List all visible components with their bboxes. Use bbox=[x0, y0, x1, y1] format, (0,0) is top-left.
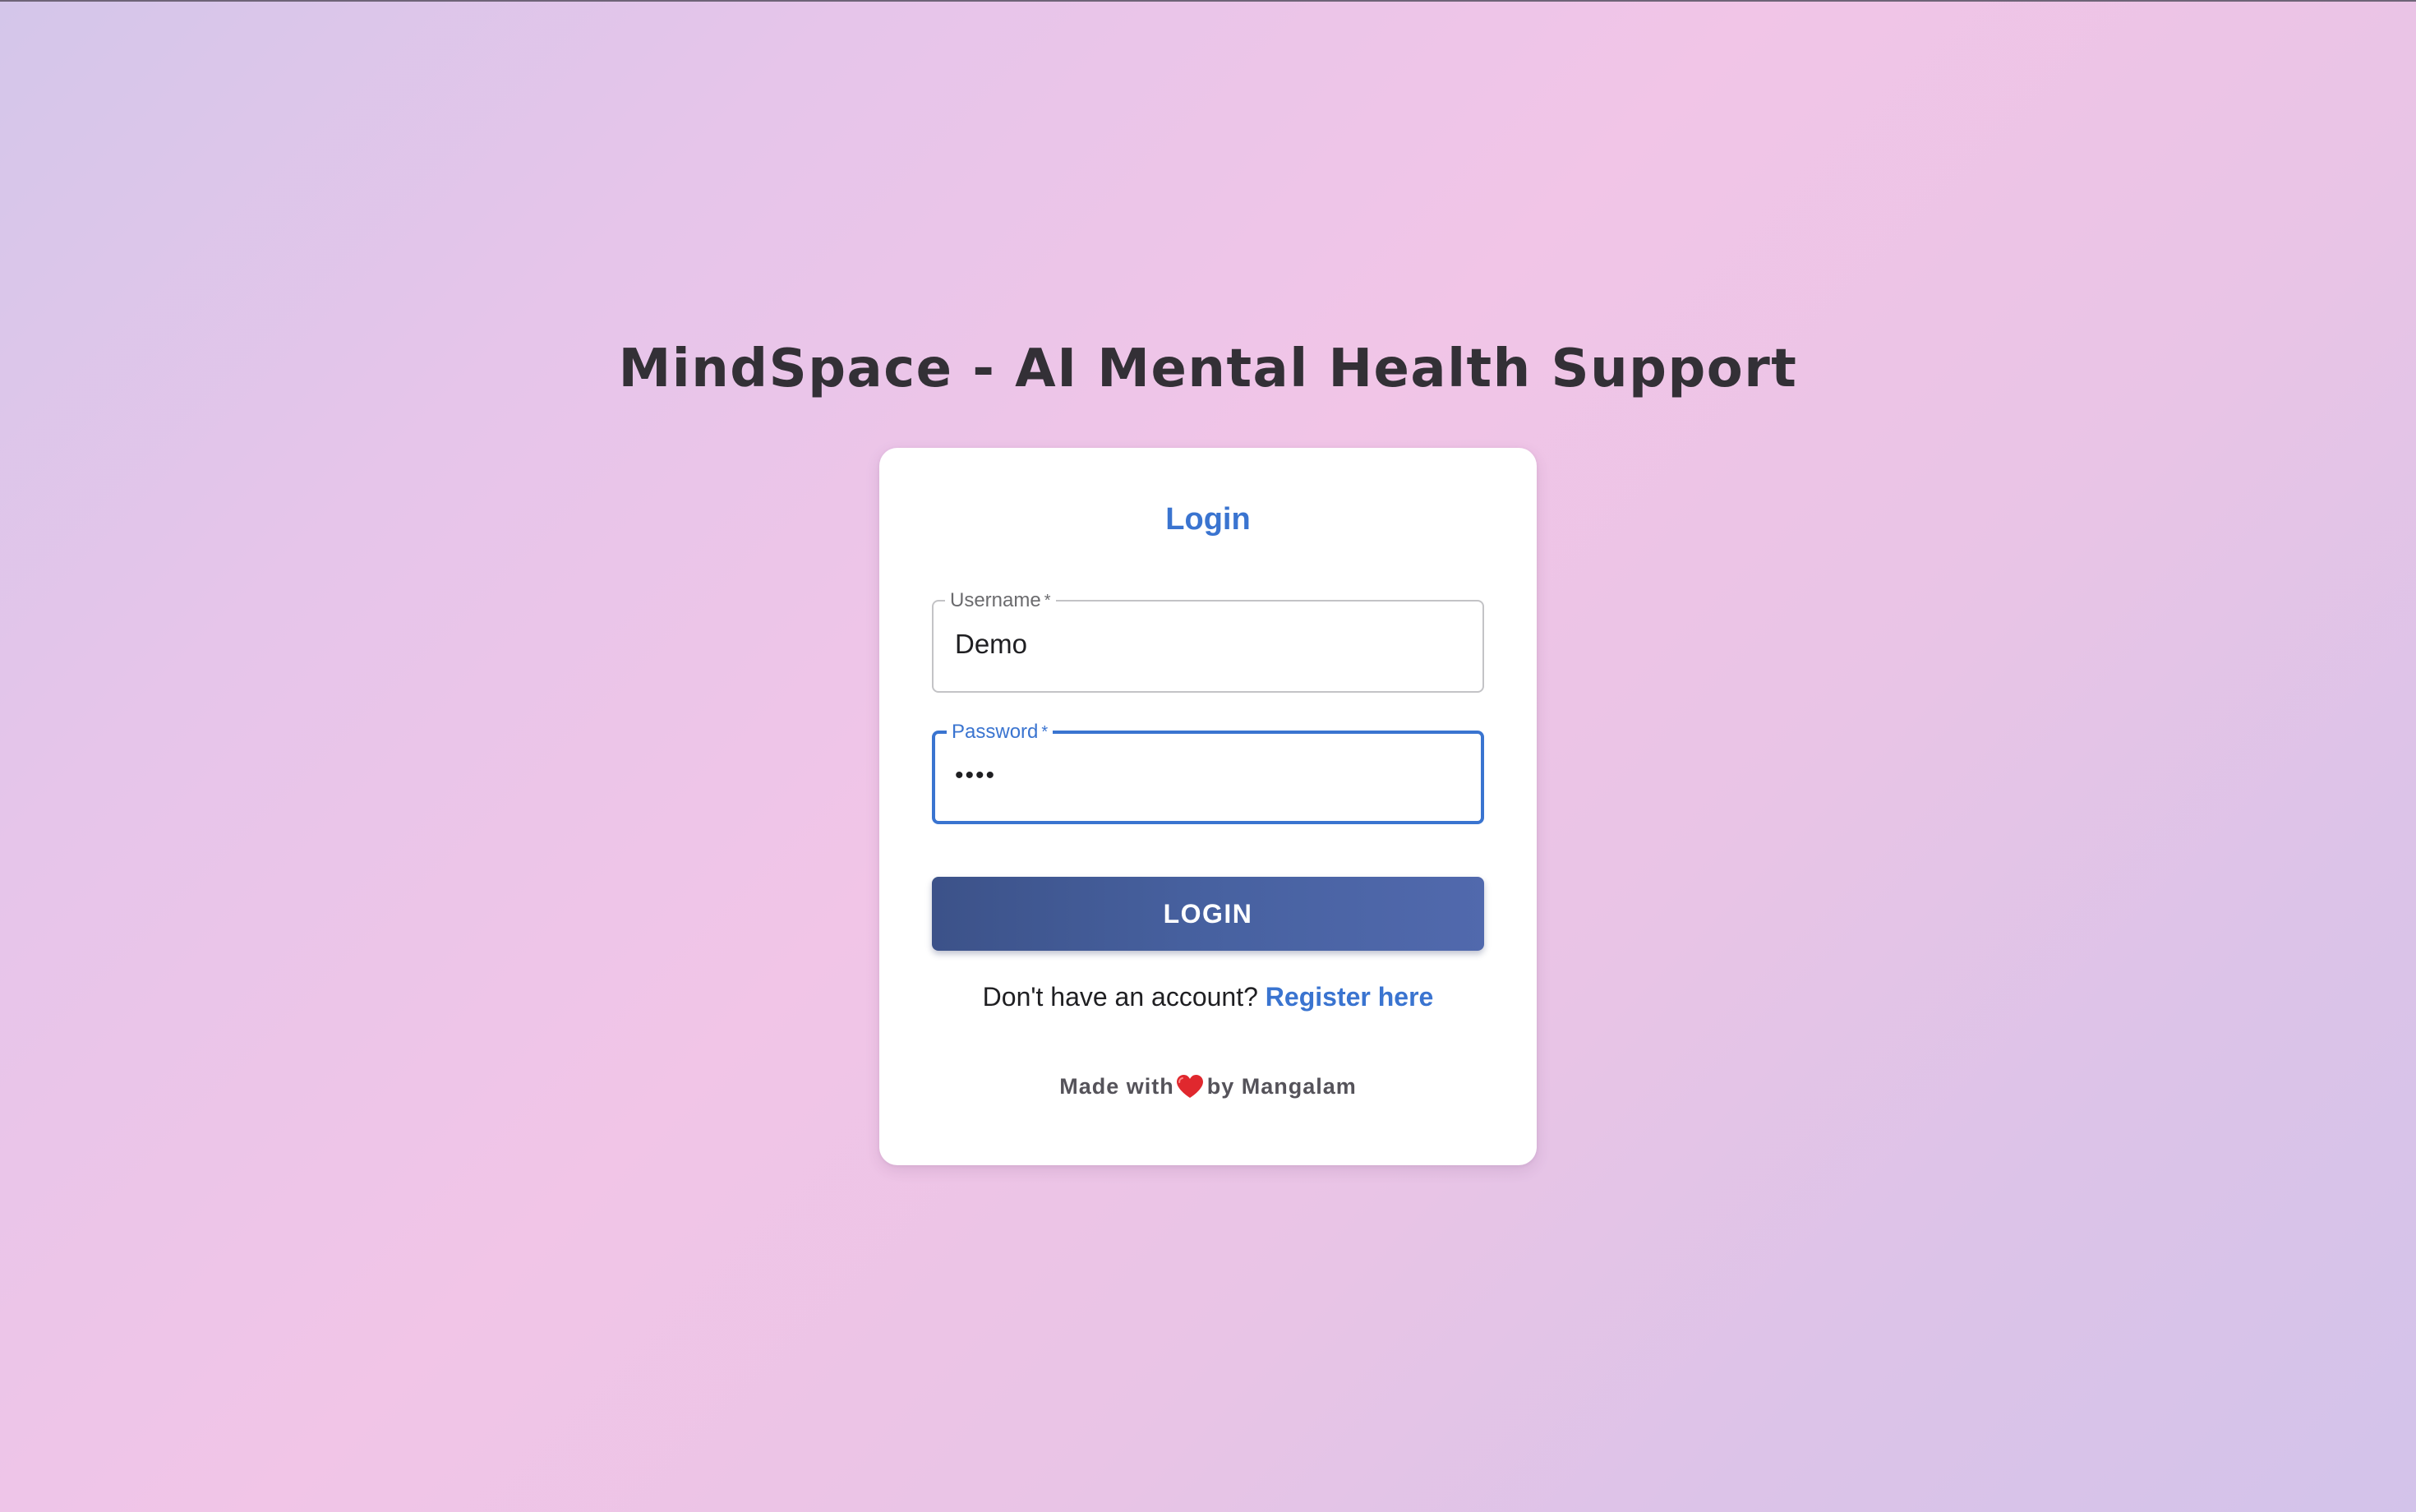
username-field[interactable]: Username * Demo bbox=[932, 589, 1484, 693]
login-button[interactable]: LOGIN bbox=[932, 877, 1484, 951]
username-input[interactable]: Demo bbox=[955, 629, 1027, 660]
password-field[interactable]: Password * •••• bbox=[932, 721, 1484, 824]
register-prompt-line: Don't have an account? Register here bbox=[879, 982, 1537, 1012]
password-label: Password * bbox=[952, 721, 1049, 743]
footer-suffix: by Mangalam bbox=[1206, 1074, 1357, 1099]
password-outline: Password * bbox=[932, 721, 1484, 824]
heart-icon bbox=[1176, 1075, 1203, 1098]
app-title: MindSpace - AI Mental Health Support bbox=[618, 339, 1798, 399]
login-heading: Login bbox=[1165, 502, 1251, 537]
register-link[interactable]: Register here bbox=[1266, 982, 1434, 1012]
username-label: Username * bbox=[950, 589, 1051, 611]
login-card: Login Username * Demo Password * •••• LOGI… bbox=[879, 448, 1537, 1165]
password-required-mark: * bbox=[1041, 723, 1049, 741]
footer-credit: Made with by Mangalam bbox=[879, 1074, 1537, 1099]
register-prompt: Don't have an account? bbox=[982, 982, 1258, 1012]
password-input[interactable]: •••• bbox=[955, 762, 996, 790]
username-required-mark: * bbox=[1044, 592, 1051, 610]
footer-prefix: Made with bbox=[1059, 1074, 1174, 1099]
window-top-border bbox=[0, 0, 2416, 2]
